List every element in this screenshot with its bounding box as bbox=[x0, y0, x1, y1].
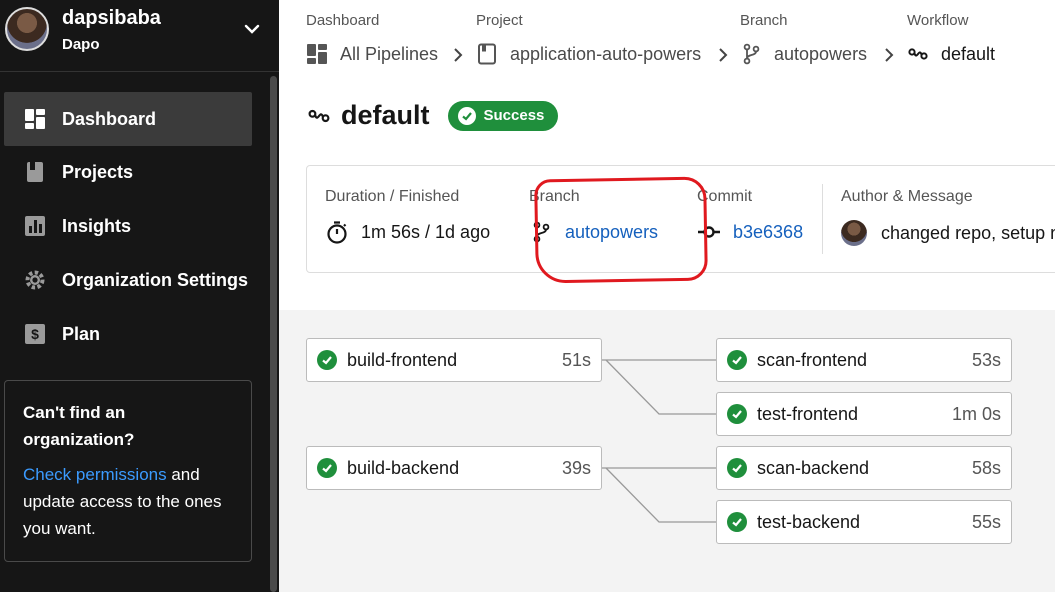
sidebar-item-label: Insights bbox=[62, 215, 132, 236]
job-duration: 39s bbox=[561, 457, 591, 478]
sidebar-item-label: Organization Settings bbox=[62, 269, 249, 290]
check-circle-icon bbox=[727, 350, 747, 370]
job-duration: 1m 0s bbox=[951, 403, 1001, 424]
projects-icon bbox=[24, 161, 46, 183]
insights-icon bbox=[24, 215, 46, 237]
sidebar: dapsibaba Dapo Dashboard Projects Insigh… bbox=[0, 0, 279, 592]
check-circle-icon bbox=[727, 512, 747, 532]
job-name: build-backend bbox=[347, 457, 460, 478]
check-circle-icon bbox=[727, 458, 747, 478]
job-name: test-frontend bbox=[757, 403, 859, 424]
org-help-body: Check permissions and update access to t… bbox=[23, 461, 233, 542]
sidebar-item-plan[interactable]: $ Plan bbox=[4, 307, 252, 361]
sidebar-scrollbar[interactable] bbox=[268, 72, 279, 592]
job-build-backend[interactable]: build-backend 39s bbox=[306, 446, 602, 490]
svg-text:$: $ bbox=[31, 326, 39, 342]
org-help-box: Can't find an organization? Check permis… bbox=[4, 380, 252, 562]
sidebar-item-label: Plan bbox=[62, 323, 101, 344]
check-circle-icon bbox=[727, 404, 747, 424]
job-name: build-frontend bbox=[347, 349, 458, 370]
check-circle-icon bbox=[317, 458, 337, 478]
avatar[interactable] bbox=[5, 7, 49, 51]
job-scan-frontend[interactable]: scan-frontend 53s bbox=[716, 338, 1012, 382]
plan-icon: $ bbox=[24, 323, 46, 345]
check-circle-icon bbox=[317, 350, 337, 370]
sidebar-item-organization-settings[interactable]: Organization Settings bbox=[4, 253, 252, 307]
org-help-title: Can't find an organization? bbox=[23, 403, 135, 449]
job-test-frontend[interactable]: test-frontend 1m 0s bbox=[716, 392, 1012, 436]
job-duration: 55s bbox=[971, 511, 1001, 532]
check-permissions-link[interactable]: Check permissions bbox=[23, 465, 167, 484]
sidebar-item-insights[interactable]: Insights bbox=[4, 199, 252, 253]
chevron-down-icon[interactable] bbox=[243, 20, 261, 38]
job-build-frontend[interactable]: build-frontend 51s bbox=[306, 338, 602, 382]
scrollbar-thumb[interactable] bbox=[270, 76, 277, 592]
dashboard-icon bbox=[24, 108, 46, 130]
sidebar-item-label: Dashboard bbox=[62, 108, 157, 129]
job-name: scan-frontend bbox=[757, 349, 868, 370]
sidebar-item-label: Projects bbox=[62, 161, 134, 182]
sidebar-item-projects[interactable]: Projects bbox=[4, 145, 252, 199]
job-name: test-backend bbox=[757, 511, 861, 532]
job-duration: 58s bbox=[971, 457, 1001, 478]
job-duration: 53s bbox=[971, 349, 1001, 370]
job-duration: 51s bbox=[561, 349, 591, 370]
sidebar-item-dashboard[interactable]: Dashboard bbox=[4, 92, 252, 146]
org-name: Dapo bbox=[62, 36, 100, 53]
user-menu[interactable]: dapsibaba Dapo bbox=[0, 0, 279, 72]
main-content: Dashboard All Pipelines Project applicat… bbox=[279, 0, 1055, 592]
job-name: scan-backend bbox=[757, 457, 870, 478]
job-test-backend[interactable]: test-backend 55s bbox=[716, 500, 1012, 544]
job-scan-backend[interactable]: scan-backend 58s bbox=[716, 446, 1012, 490]
username: dapsibaba bbox=[62, 7, 161, 29]
gear-icon bbox=[24, 269, 46, 291]
